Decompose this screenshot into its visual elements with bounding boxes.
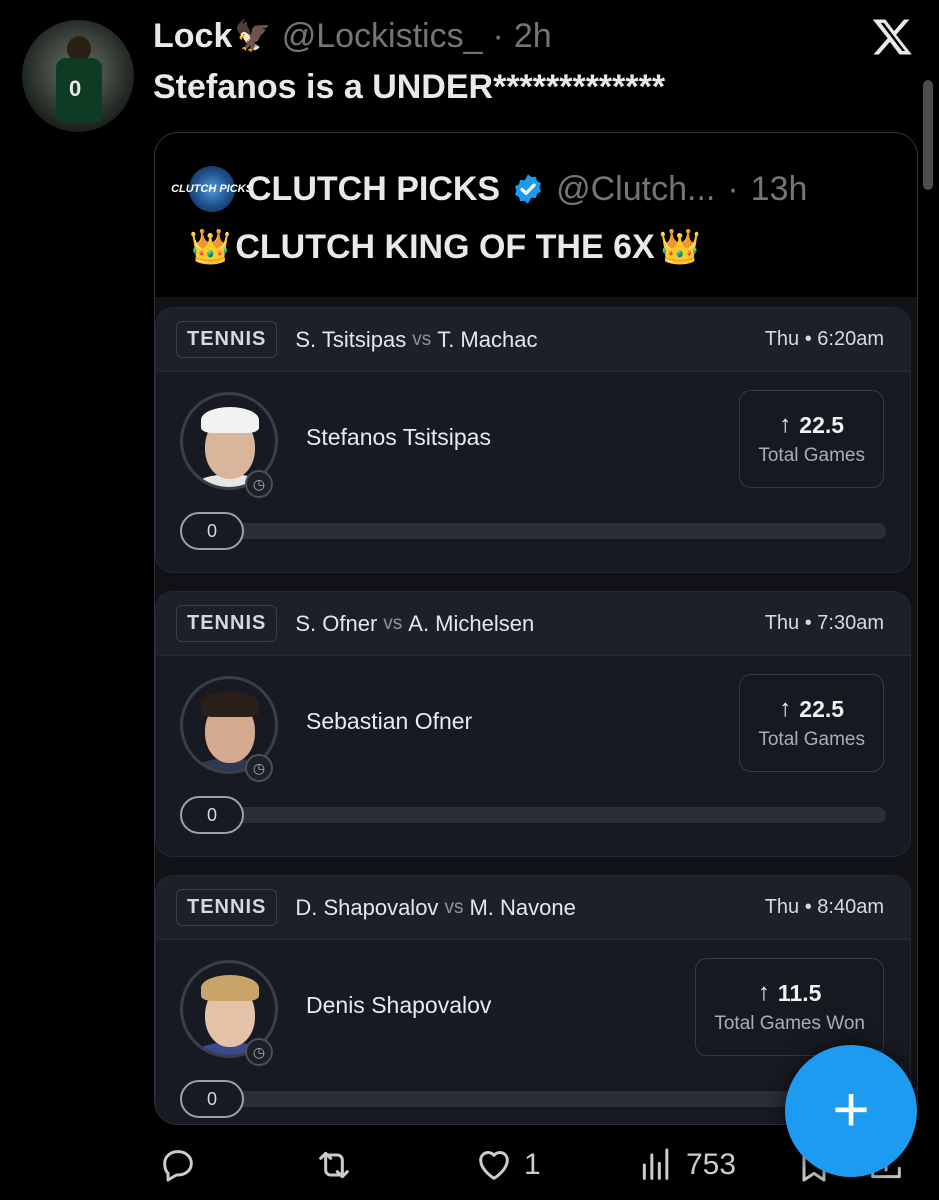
- arrow-up-icon: ↑: [779, 695, 792, 722]
- pick-card[interactable]: TENNIS S. Tsitsipas vs T. Machac Thu • 6…: [155, 307, 911, 573]
- separator-dot: ·: [492, 16, 504, 55]
- sport-badge: TENNIS: [176, 605, 278, 642]
- quote-text: 👑 CLUTCH KING OF THE 6X 👑: [189, 227, 702, 267]
- heart-icon: [479, 1151, 509, 1180]
- pick-header: TENNIS S. Ofner vs A. Michelsen Thu • 7:…: [156, 592, 910, 656]
- progress-bar: 0: [180, 1080, 886, 1118]
- progress-track: [230, 523, 886, 539]
- quote-header: CLUTCH PICKS CLUTCH PICKS @Clutch... · 1…: [171, 166, 808, 212]
- repost-icon: [319, 1151, 349, 1179]
- tweet-header: Lock 🦅 @Lockistics_ · 2h: [153, 14, 552, 58]
- prop-line-box[interactable]: ↑ 22.5 Total Games: [739, 674, 884, 772]
- author-name[interactable]: Lock 🦅: [153, 17, 272, 56]
- plus-icon: +: [832, 1073, 870, 1145]
- reply-icon: [163, 1150, 193, 1182]
- game-time: Thu • 8:40am: [764, 896, 884, 918]
- prop-line-box[interactable]: ↑ 11.5 Total Games Won: [695, 958, 884, 1056]
- repost-button[interactable]: [314, 1145, 354, 1185]
- prop-stat-label: Total Games: [758, 445, 865, 466]
- progress-value: 0: [180, 1080, 244, 1118]
- like-button[interactable]: 1: [474, 1145, 541, 1185]
- game-time: Thu • 6:20am: [764, 328, 884, 350]
- player-name: Denis Shapovalov: [306, 992, 492, 1018]
- pick-card[interactable]: TENNIS S. Ofner vs A. Michelsen Thu • 7:…: [155, 591, 911, 857]
- views-button[interactable]: 753: [636, 1145, 736, 1185]
- pick-header: TENNIS S. Tsitsipas vs T. Machac Thu • 6…: [156, 308, 910, 372]
- compose-fab-button[interactable]: +: [785, 1045, 917, 1177]
- matchup: S. Tsitsipas vs T. Machac: [295, 326, 538, 352]
- progress-bar: 0: [180, 512, 886, 550]
- reply-button[interactable]: [158, 1145, 198, 1185]
- arrow-up-icon: ↑: [779, 411, 792, 438]
- tweet-time[interactable]: 2h: [514, 17, 552, 56]
- tweet-text: Stefanos is a UNDER*************: [153, 68, 666, 106]
- eagle-emoji: 🦅: [234, 19, 272, 53]
- clock-icon: ◷: [245, 470, 273, 498]
- headband: [201, 407, 259, 433]
- views-icon: [642, 1148, 669, 1180]
- progress-track: [230, 807, 886, 823]
- x-logo-icon[interactable]: [871, 16, 913, 58]
- quote-time[interactable]: 13h: [751, 170, 808, 209]
- player-name: Stefanos Tsitsipas: [306, 424, 491, 450]
- clutch-picks-logo[interactable]: CLUTCH PICKS: [171, 166, 253, 212]
- progress-value: 0: [180, 796, 244, 834]
- separator-dot: ·: [727, 169, 739, 208]
- author-avatar[interactable]: 0: [22, 20, 134, 132]
- quote-author-name[interactable]: CLUTCH PICKS: [247, 170, 500, 209]
- prop-stat-label: Total Games: [758, 729, 865, 750]
- matchup: S. Ofner vs A. Michelsen: [295, 610, 535, 636]
- verified-badge-icon: [515, 174, 542, 204]
- quote-media-image[interactable]: TENNIS S. Tsitsipas vs T. Machac Thu • 6…: [155, 297, 917, 1124]
- quoted-tweet[interactable]: CLUTCH PICKS CLUTCH PICKS @Clutch... · 1…: [154, 132, 918, 1125]
- crown-emoji: 👑: [189, 228, 232, 266]
- sport-badge: TENNIS: [176, 321, 278, 358]
- clock-icon: ◷: [245, 754, 273, 782]
- matchup: D. Shapovalov vs M. Navone: [295, 894, 576, 920]
- clock-icon: ◷: [245, 1038, 273, 1066]
- author-handle[interactable]: @Lockistics_: [282, 17, 483, 56]
- scrollbar-thumb[interactable]: [923, 80, 933, 190]
- avatar-jersey: 0: [56, 58, 102, 122]
- progress-value: 0: [180, 512, 244, 550]
- arrow-up-icon: ↑: [757, 979, 770, 1006]
- player-name: Sebastian Ofner: [306, 708, 473, 734]
- pick-header: TENNIS D. Shapovalov vs M. Navone Thu • …: [156, 876, 910, 940]
- sport-badge: TENNIS: [176, 889, 278, 926]
- game-time: Thu • 7:30am: [764, 612, 884, 634]
- prop-line-box[interactable]: ↑ 22.5 Total Games: [739, 390, 884, 488]
- quote-handle[interactable]: @Clutch...: [556, 170, 715, 209]
- prop-stat-label: Total Games Won: [714, 1013, 865, 1034]
- views-count: 753: [686, 1148, 737, 1181]
- like-count: 1: [524, 1148, 541, 1181]
- progress-bar: 0: [180, 796, 886, 834]
- crown-emoji: 👑: [658, 228, 702, 266]
